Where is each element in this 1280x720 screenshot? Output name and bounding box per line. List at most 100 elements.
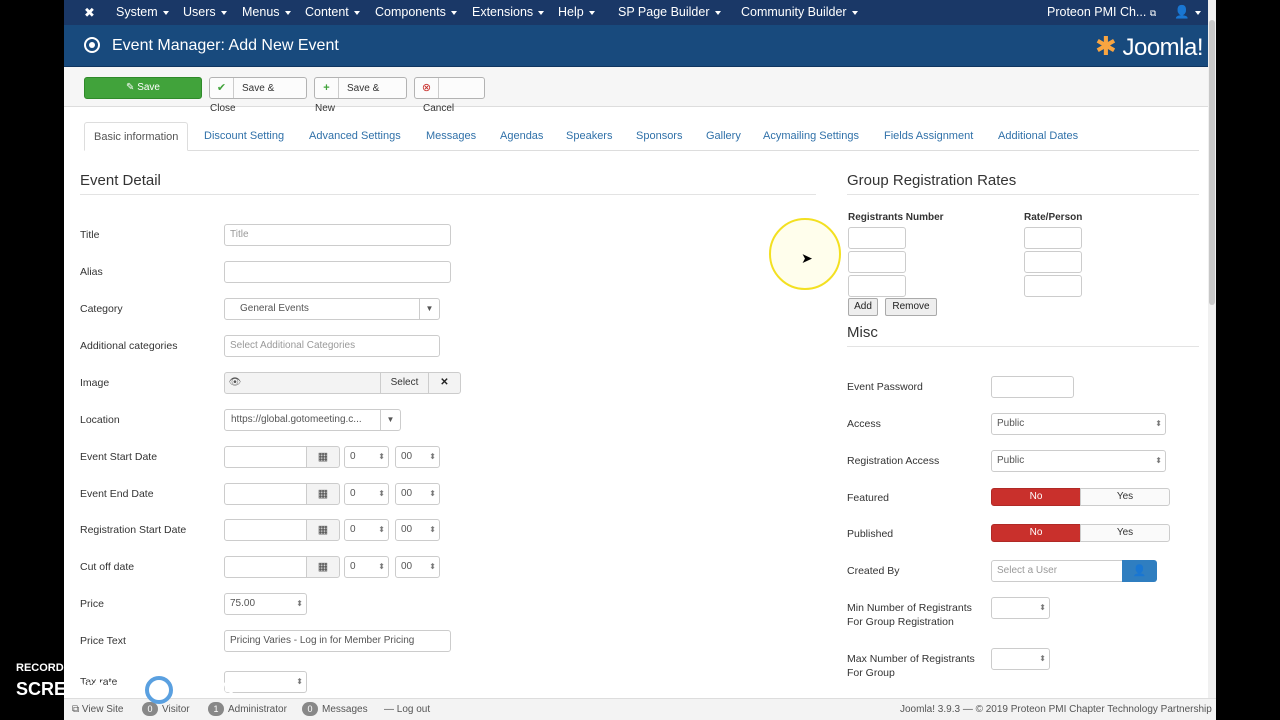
tab-discount-setting[interactable]: Discount Setting — [204, 122, 284, 151]
updown-icon: ⬍ — [429, 525, 436, 534]
event-start-date-input[interactable] — [224, 446, 307, 468]
menu-menus[interactable]: Menus — [242, 0, 291, 25]
menu-users[interactable]: Users — [183, 0, 227, 25]
featured-yes-toggle[interactable]: Yes — [1080, 488, 1170, 506]
event-end-date-input[interactable] — [224, 483, 307, 505]
tab-speakers[interactable]: Speakers — [566, 122, 612, 151]
menu-system[interactable]: System — [116, 0, 169, 25]
rate-input-3[interactable] — [1024, 275, 1082, 297]
menu-extensions[interactable]: Extensions — [472, 0, 545, 25]
registration-start-date-input[interactable] — [224, 519, 307, 541]
menu-help[interactable]: Help — [558, 0, 595, 25]
registration-access-select[interactable]: Public ⬍ — [991, 450, 1166, 472]
menu-content[interactable]: Content — [305, 0, 360, 25]
messages-status[interactable]: 0 Messages — [302, 699, 368, 720]
image-select-button[interactable]: Select — [380, 373, 428, 393]
plus-icon: + — [315, 78, 339, 98]
tab-advanced-settings[interactable]: Advanced Settings — [309, 122, 401, 151]
event-end-hour[interactable]: 0 ⬍ — [344, 483, 389, 505]
menu-community-builder[interactable]: Community Builder — [741, 0, 858, 25]
select-user-button[interactable]: 👤 — [1122, 560, 1157, 582]
clear-icon[interactable]: ✕ — [428, 373, 460, 393]
tab-messages[interactable]: Messages — [426, 122, 476, 151]
add-rate-button[interactable]: Add — [848, 298, 878, 316]
divider — [80, 194, 816, 195]
menu-extensions-label: Extensions — [472, 5, 534, 19]
registration-start-hour[interactable]: 0 ⬍ — [344, 519, 389, 541]
registrants-input-1[interactable] — [848, 227, 906, 249]
registration-start-minute[interactable]: 00 ⬍ — [395, 519, 440, 541]
calendar-icon[interactable]: ▦ — [306, 446, 340, 468]
menu-sp-page-builder[interactable]: SP Page Builder — [618, 0, 721, 25]
tab-agendas[interactable]: Agendas — [500, 122, 543, 151]
category-select[interactable]: General Events ▼ — [224, 298, 440, 320]
rate-input-2[interactable] — [1024, 251, 1082, 273]
cancel-icon: ⊗ — [415, 78, 439, 98]
tab-additional-dates[interactable]: Additional Dates — [998, 122, 1078, 151]
event-start-hour[interactable]: 0 ⬍ — [344, 446, 389, 468]
save-close-button[interactable]: ✔ Save & Close — [209, 77, 307, 114]
updown-icon: ⬍ — [378, 452, 385, 461]
chevron-down-icon: ▼ — [419, 299, 439, 319]
calendar-icon[interactable]: ▦ — [306, 483, 340, 505]
calendar-icon[interactable]: ▦ — [306, 519, 340, 541]
max-registrants-label-2: For Group — [847, 667, 895, 679]
access-select[interactable]: Public ⬍ — [991, 413, 1166, 435]
scrollbar-thumb[interactable] — [1209, 20, 1215, 305]
save-button[interactable]: ✎ Save — [84, 77, 202, 99]
alias-input[interactable] — [224, 261, 451, 283]
tab-acymailing-settings[interactable]: Acymailing Settings — [763, 122, 859, 151]
created-by-input[interactable]: Select a User — [991, 560, 1123, 582]
menu-components-label: Components — [375, 5, 446, 19]
admin-label: Administrator — [228, 704, 287, 715]
eye-icon[interactable]: 👁 — [225, 373, 245, 393]
additional-categories-input[interactable]: Select Additional Categories — [224, 335, 440, 357]
cut-off-minute[interactable]: 00 ⬍ — [395, 556, 440, 578]
price-text-input[interactable]: Pricing Varies - Log in for Member Prici… — [224, 630, 451, 652]
tax-rate-input[interactable]: ⬍ — [224, 671, 307, 693]
max-registrants-input[interactable]: ⬍ — [991, 648, 1050, 670]
remove-rate-button[interactable]: Remove — [885, 298, 937, 316]
access-value: Public — [997, 418, 1025, 429]
logout-link[interactable]: — Log out — [384, 699, 430, 720]
tab-sponsors[interactable]: Sponsors — [636, 122, 682, 151]
image-label: Image — [80, 377, 110, 389]
published-label: Published — [847, 528, 894, 540]
published-yes-toggle[interactable]: Yes — [1080, 524, 1170, 542]
menu-components[interactable]: Components — [375, 0, 457, 25]
site-link[interactable]: Proteon PMI Ch... ⧉ — [1047, 0, 1156, 25]
user-icon: 👤 — [1174, 5, 1190, 19]
scrollbar[interactable] — [1208, 0, 1216, 698]
messages-count-badge: 0 — [302, 702, 318, 716]
title-input[interactable]: Title — [224, 224, 451, 246]
joomla-menu-icon[interactable]: ✖ — [84, 0, 95, 25]
min-registrants-label-1: Min Number of Registrants — [847, 602, 972, 614]
user-menu[interactable]: 👤 — [1174, 0, 1201, 25]
location-select[interactable]: https://global.gotomeeting.c... ▼ — [224, 409, 401, 431]
registrants-input-3[interactable] — [848, 275, 906, 297]
menu-sp-page-builder-label: SP Page Builder — [618, 5, 710, 19]
cancel-button[interactable]: ⊗ Cancel — [414, 77, 485, 114]
event-end-minute[interactable]: 00 ⬍ — [395, 483, 440, 505]
rate-input-1[interactable] — [1024, 227, 1082, 249]
price-input[interactable]: 75.00 ⬍ — [224, 593, 307, 615]
tab-fields-assignment[interactable]: Fields Assignment — [884, 122, 973, 151]
cut-off-hour[interactable]: 0 ⬍ — [344, 556, 389, 578]
hour-value: 0 — [350, 524, 356, 535]
min-registrants-input[interactable]: ⬍ — [991, 597, 1050, 619]
calendar-icon[interactable]: ▦ — [306, 556, 340, 578]
updown-icon: ⬍ — [1039, 654, 1046, 663]
event-password-input[interactable] — [991, 376, 1074, 398]
event-start-minute[interactable]: 00 ⬍ — [395, 446, 440, 468]
published-no-toggle[interactable]: No — [991, 524, 1081, 542]
tab-gallery[interactable]: Gallery — [706, 122, 741, 151]
hour-value: 0 — [350, 488, 356, 499]
featured-no-toggle[interactable]: No — [991, 488, 1081, 506]
image-field: 👁 Select ✕ — [224, 372, 461, 394]
rate-per-person-header: Rate/Person — [1024, 212, 1083, 223]
cut-off-date-input[interactable] — [224, 556, 307, 578]
group-rates-heading: Group Registration Rates — [847, 172, 1017, 189]
tab-basic-information[interactable]: Basic information — [84, 122, 189, 151]
save-new-button[interactable]: + Save & New — [314, 77, 407, 114]
registrants-input-2[interactable] — [848, 251, 906, 273]
